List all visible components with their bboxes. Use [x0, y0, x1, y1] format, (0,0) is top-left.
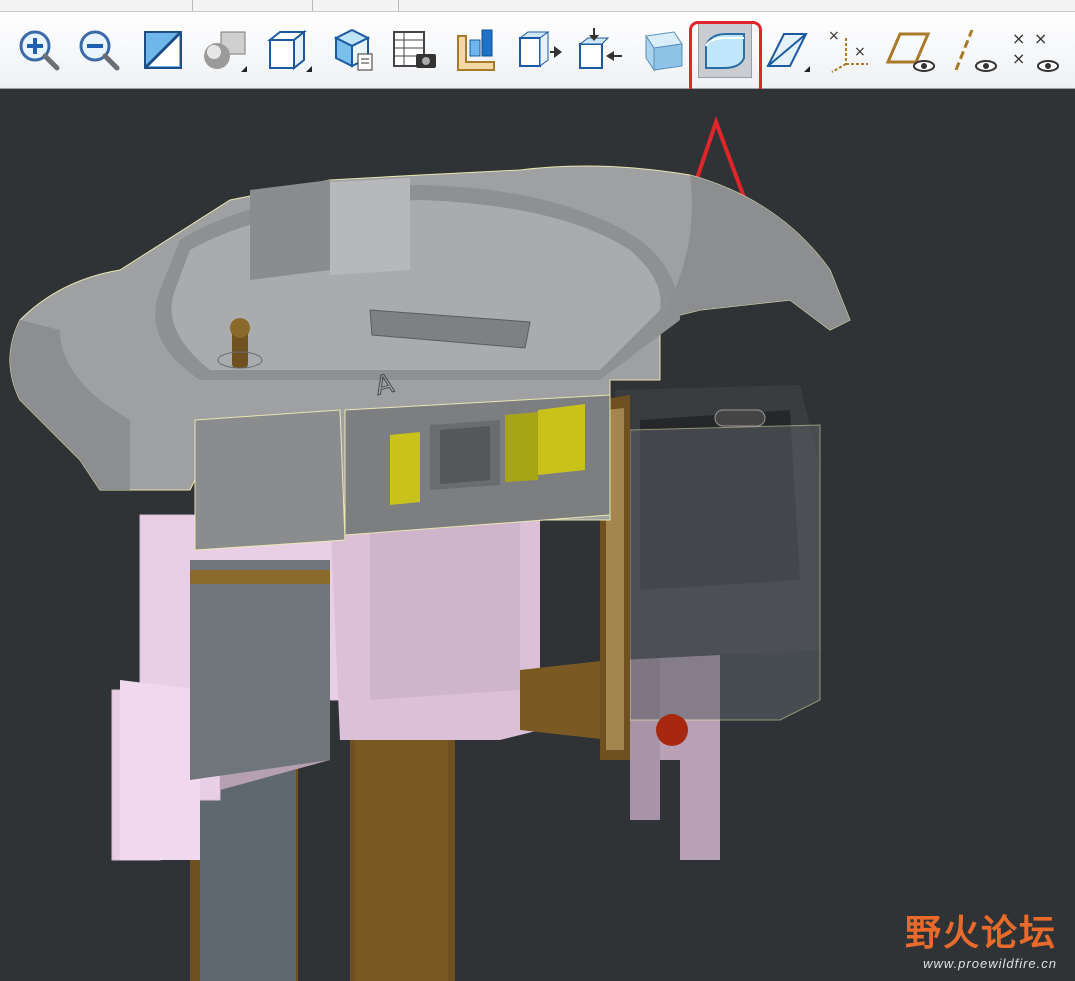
layers-icon [457, 29, 495, 71]
repaint-button[interactable] [574, 22, 628, 78]
orient-button[interactable] [512, 22, 566, 78]
transparent-view-icon [645, 31, 683, 72]
view-manager-icon [393, 31, 436, 68]
csys-display-button[interactable]: × × [822, 22, 876, 78]
separator [192, 0, 193, 11]
svg-text:×: × [854, 44, 866, 60]
zoom-out-icon [79, 30, 120, 71]
orient-icon [518, 31, 562, 67]
axis-display-icon [954, 29, 997, 72]
svg-text:×: × [1012, 49, 1025, 68]
saved-views-icon [333, 28, 373, 71]
datum-display-button[interactable] [760, 22, 814, 78]
separator [398, 0, 399, 11]
transparent-view-button[interactable] [636, 22, 690, 78]
watermark-title: 野火论坛 [904, 913, 1057, 954]
csys-display-icon: × × [828, 28, 868, 73]
svg-text:×: × [1034, 29, 1047, 48]
point-display-icon: × × × [1012, 29, 1059, 72]
model-viewport[interactable]: A [0, 89, 1075, 981]
menu-strip [0, 0, 1075, 12]
svg-text:×: × [1012, 29, 1025, 48]
repaint-icon [578, 28, 622, 69]
saved-views-button[interactable] [326, 22, 380, 78]
refit-button[interactable] [136, 22, 190, 78]
highlight-box [689, 21, 762, 96]
display-style-icon [267, 29, 312, 72]
axis-display-button[interactable] [946, 22, 1000, 78]
shading-button[interactable] [198, 22, 252, 78]
zoom-in-icon [19, 30, 60, 71]
watermark-url: www.proewildfire.cn [923, 956, 1057, 971]
zoom-out-button[interactable] [72, 22, 126, 78]
svg-text:×: × [828, 28, 840, 44]
point-display-button[interactable]: × × × [1008, 22, 1062, 78]
view-manager-button[interactable] [388, 22, 442, 78]
separator [312, 0, 313, 11]
refit-icon [143, 30, 183, 70]
toolbar: × × × × × [0, 12, 1075, 89]
shading-icon [204, 31, 247, 72]
cad-model: A [9, 116, 851, 981]
zoom-in-button[interactable] [12, 22, 66, 78]
plane-display-icon [885, 32, 935, 72]
watermark: 野火论坛 www.proewildfire.cn [905, 904, 1057, 971]
plane-display-button[interactable] [884, 22, 938, 78]
display-style-button[interactable] [262, 22, 316, 78]
layers-button[interactable] [450, 22, 504, 78]
datum-display-icon [766, 33, 810, 72]
